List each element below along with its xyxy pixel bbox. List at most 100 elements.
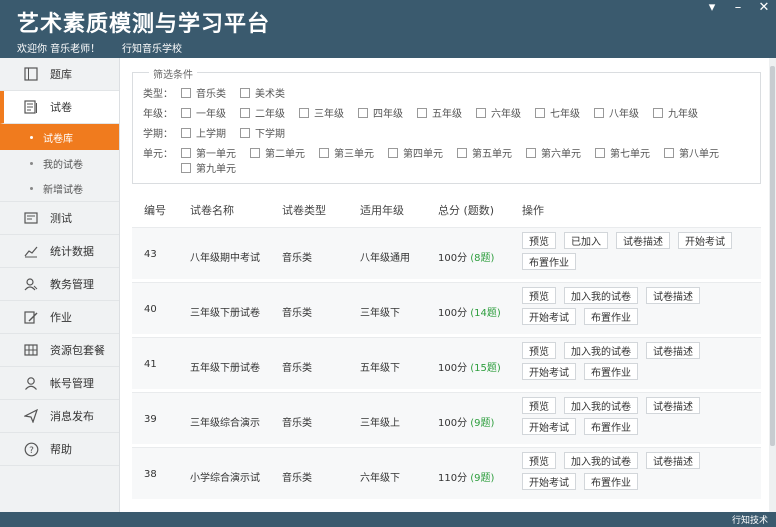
filter-option[interactable]: 下学期 bbox=[240, 125, 285, 140]
preview-button[interactable]: 预览 bbox=[522, 342, 556, 359]
checkbox[interactable] bbox=[526, 147, 536, 158]
checkbox[interactable] bbox=[181, 147, 191, 158]
checkbox[interactable] bbox=[181, 162, 191, 173]
filter-option[interactable]: 美术类 bbox=[240, 85, 285, 100]
start-exam-button[interactable]: 开始考试 bbox=[678, 232, 732, 249]
filter-row-unit: 单元： 第一单元 第二单元 第三单元 第四单元 第五单元 第六单元 第七单元 第八单元 bbox=[143, 145, 733, 161]
sidebar-item-help[interactable]: ? 帮助 bbox=[0, 433, 119, 466]
assign-homework-button[interactable]: 布置作业 bbox=[522, 253, 576, 270]
start-exam-button[interactable]: 开始考试 bbox=[522, 473, 576, 490]
filter-option[interactable]: 第八单元 bbox=[664, 145, 719, 160]
filter-option[interactable]: 第二单元 bbox=[250, 145, 305, 160]
filter-option[interactable]: 八年级 bbox=[594, 105, 639, 120]
vertical-scrollbar[interactable] bbox=[769, 58, 776, 512]
sidebar-subitem-new-paper[interactable]: 新增试卷 bbox=[0, 176, 119, 202]
paper-description-button[interactable]: 试卷描述 bbox=[616, 232, 670, 249]
preview-button[interactable]: 预览 bbox=[522, 397, 556, 414]
score-value: 100分 bbox=[438, 418, 468, 429]
filter-option[interactable]: 第四单元 bbox=[388, 145, 443, 160]
sidebar-item-statistics[interactable]: 统计数据 bbox=[0, 235, 119, 268]
filter-row-term: 学期： 上学期 下学期 bbox=[143, 125, 299, 141]
filter-option[interactable]: 三年级 bbox=[299, 105, 344, 120]
checkbox[interactable] bbox=[417, 107, 427, 118]
paper-description-button[interactable]: 试卷描述 bbox=[646, 342, 700, 359]
start-exam-button[interactable]: 开始考试 bbox=[522, 308, 576, 325]
filter-option[interactable]: 六年级 bbox=[476, 105, 521, 120]
checkbox[interactable] bbox=[240, 127, 250, 138]
assign-homework-button[interactable]: 布置作业 bbox=[584, 308, 638, 325]
checkbox[interactable] bbox=[358, 107, 368, 118]
checkbox[interactable] bbox=[181, 107, 191, 118]
watermark: 行知技术 bbox=[731, 516, 768, 526]
add-to-my-papers-button[interactable]: 加入我的试卷 bbox=[564, 452, 638, 469]
add-to-my-papers-button[interactable]: 加入我的试卷 bbox=[564, 287, 638, 304]
filter-option[interactable]: 第七单元 bbox=[595, 145, 650, 160]
checkbox[interactable] bbox=[594, 107, 604, 118]
add-to-my-papers-button[interactable]: 已加入 bbox=[564, 232, 608, 249]
start-exam-button[interactable]: 开始考试 bbox=[522, 418, 576, 435]
checkbox[interactable] bbox=[181, 87, 191, 98]
add-to-my-papers-button[interactable]: 加入我的试卷 bbox=[564, 342, 638, 359]
preview-button[interactable]: 预览 bbox=[522, 452, 556, 469]
preview-button[interactable]: 预览 bbox=[522, 232, 556, 249]
checkbox[interactable] bbox=[388, 147, 398, 158]
filter-option[interactable]: 第三单元 bbox=[319, 145, 374, 160]
close-button[interactable]: ✕ bbox=[758, 0, 770, 15]
minimize-button[interactable]: – bbox=[732, 0, 744, 15]
filter-row-type: 类型： 音乐类 美术类 bbox=[143, 85, 299, 101]
sidebar-subitem-my-papers[interactable]: 我的试卷 bbox=[0, 150, 119, 176]
paper-description-button[interactable]: 试卷描述 bbox=[646, 287, 700, 304]
filter-option-label: 第九单元 bbox=[196, 164, 236, 175]
checkbox[interactable] bbox=[250, 147, 260, 158]
filter-option[interactable]: 第六单元 bbox=[526, 145, 581, 160]
filter-option[interactable]: 第一单元 bbox=[181, 145, 236, 160]
assign-homework-button[interactable]: 布置作业 bbox=[584, 473, 638, 490]
filter-option[interactable]: 二年级 bbox=[240, 105, 285, 120]
sidebar-item-admin[interactable]: 教务管理 bbox=[0, 268, 119, 301]
checkbox[interactable] bbox=[476, 107, 486, 118]
filter-option[interactable]: 第五单元 bbox=[457, 145, 512, 160]
checkbox[interactable] bbox=[457, 147, 467, 158]
checkbox[interactable] bbox=[240, 107, 250, 118]
filter-option[interactable]: 音乐类 bbox=[181, 85, 226, 100]
sidebar-item-package[interactable]: 资源包套餐 bbox=[0, 334, 119, 367]
sidebar-item-messages[interactable]: 消息发布 bbox=[0, 400, 119, 433]
add-to-my-papers-button[interactable]: 加入我的试卷 bbox=[564, 397, 638, 414]
assign-homework-button[interactable]: 布置作业 bbox=[584, 418, 638, 435]
bullet-icon bbox=[30, 161, 33, 165]
filter-option[interactable]: 上学期 bbox=[181, 125, 226, 140]
paper-description-button[interactable]: 试卷描述 bbox=[646, 452, 700, 469]
sidebar-item-papers[interactable]: 试卷 bbox=[0, 91, 119, 124]
filter-option[interactable]: 第九单元 bbox=[181, 160, 236, 175]
checkbox[interactable] bbox=[653, 107, 663, 118]
menu-dropdown-icon[interactable]: ▾ bbox=[706, 0, 718, 15]
sidebar-subitem-paper-library[interactable]: 试卷库 bbox=[0, 124, 119, 150]
sidebar-item-question-bank[interactable]: 题库 bbox=[0, 58, 119, 91]
start-exam-button[interactable]: 开始考试 bbox=[522, 363, 576, 380]
scrollbar-thumb[interactable] bbox=[770, 66, 775, 446]
filter-option-label: 音乐类 bbox=[196, 89, 226, 100]
filter-option[interactable]: 五年级 bbox=[417, 105, 462, 120]
sidebar-item-test[interactable]: 测试 bbox=[0, 202, 119, 235]
preview-button[interactable]: 预览 bbox=[522, 287, 556, 304]
welcome-text: 欢迎你 音乐老师！ bbox=[17, 44, 101, 55]
sidebar-item-account[interactable]: 帐号管理 bbox=[0, 367, 119, 400]
checkbox[interactable] bbox=[240, 87, 250, 98]
score-value: 100分 bbox=[438, 253, 468, 264]
assign-homework-button[interactable]: 布置作业 bbox=[584, 363, 638, 380]
checkbox[interactable] bbox=[595, 147, 605, 158]
filter-option[interactable]: 七年级 bbox=[535, 105, 580, 120]
paper-description-button[interactable]: 试卷描述 bbox=[646, 397, 700, 414]
checkbox[interactable] bbox=[299, 107, 309, 118]
sidebar-item-homework[interactable]: 作业 bbox=[0, 301, 119, 334]
checkbox[interactable] bbox=[181, 127, 191, 138]
checkbox[interactable] bbox=[319, 147, 329, 158]
filter-option[interactable]: 四年级 bbox=[358, 105, 403, 120]
table-row: 39 三年级综合演示 音乐类 三年级上 100分 (9题) 预览 加入我的试卷 试卷描述 开始考… bbox=[132, 392, 761, 444]
filter-option[interactable]: 一年级 bbox=[181, 105, 226, 120]
app-header: 艺术素质模测与学习平台 欢迎你 音乐老师！ 行知音乐学校 ▾ – ✕ bbox=[0, 0, 776, 58]
filter-option[interactable]: 九年级 bbox=[653, 105, 698, 120]
cell-type: 音乐类 bbox=[282, 308, 312, 319]
checkbox[interactable] bbox=[664, 147, 674, 158]
checkbox[interactable] bbox=[535, 107, 545, 118]
